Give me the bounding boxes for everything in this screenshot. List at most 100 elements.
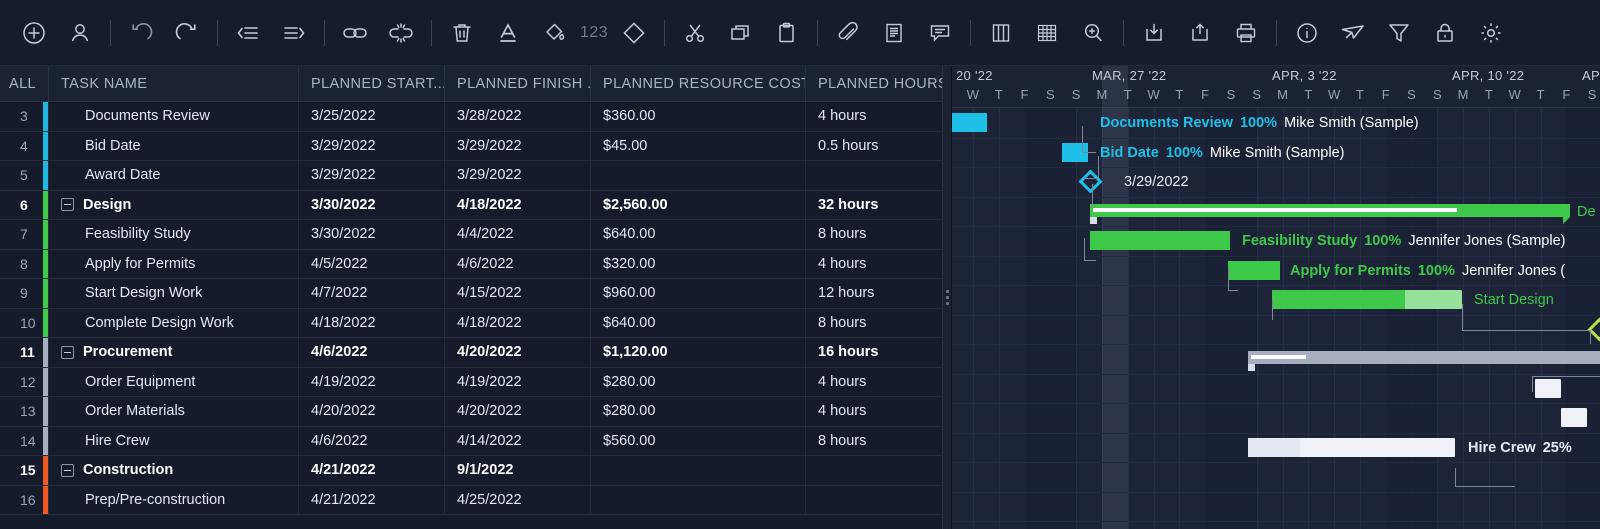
link-icon[interactable]: [335, 13, 375, 53]
planned-finish-cell[interactable]: 4/6/2022: [445, 250, 591, 279]
row-number-cell[interactable]: 12: [0, 368, 49, 397]
planned-finish-cell[interactable]: 3/28/2022: [445, 102, 591, 131]
table-row[interactable]: 9Start Design Work4/7/20224/15/2022$960.…: [0, 279, 942, 309]
planned-hours-cell[interactable]: 12 hours: [806, 279, 942, 308]
copy-icon[interactable]: [721, 13, 761, 53]
task-name-cell[interactable]: Bid Date: [49, 132, 299, 161]
planned-hours-cell[interactable]: 8 hours: [806, 309, 942, 338]
paste-icon[interactable]: [767, 13, 807, 53]
column-header-planned-start[interactable]: PLANNED START...: [299, 66, 445, 101]
task-name-cell[interactable]: Prep/Pre-construction: [49, 486, 299, 515]
hire-crew-bar[interactable]: [1248, 438, 1455, 457]
notes-icon[interactable]: [874, 13, 914, 53]
info-icon[interactable]: [1287, 13, 1327, 53]
row-number-cell[interactable]: 15: [0, 456, 49, 485]
planned-finish-cell[interactable]: 4/4/2022: [445, 220, 591, 249]
planned-start-cell[interactable]: 3/29/2022: [299, 161, 445, 190]
planned-start-cell[interactable]: 4/6/2022: [299, 427, 445, 456]
planned-hours-cell[interactable]: 16 hours: [806, 338, 942, 367]
unlink-icon[interactable]: [381, 13, 421, 53]
table-row[interactable]: 6Design3/30/20224/18/2022$2,560.0032 hou…: [0, 191, 942, 221]
task-name-cell[interactable]: Apply for Permits: [49, 250, 299, 279]
table-row[interactable]: 4Bid Date3/29/20223/29/2022$45.000.5 hou…: [0, 132, 942, 162]
column-header-task-name[interactable]: TASK NAME: [49, 66, 299, 101]
planned-resource-cost-cell[interactable]: $640.00: [591, 309, 806, 338]
row-number-cell[interactable]: 10: [0, 309, 49, 338]
font-color-icon[interactable]: [488, 13, 528, 53]
planned-finish-cell[interactable]: 3/29/2022: [445, 161, 591, 190]
planned-resource-cost-cell[interactable]: $360.00: [591, 102, 806, 131]
documents-review-bar[interactable]: [952, 113, 987, 132]
task-name-cell[interactable]: Procurement: [49, 338, 299, 367]
column-header-planned-resource-cost[interactable]: PLANNED RESOURCE COST: [591, 66, 806, 101]
task-name-cell[interactable]: Order Materials: [49, 397, 299, 426]
planned-start-cell[interactable]: 4/6/2022: [299, 338, 445, 367]
planned-start-cell[interactable]: 3/29/2022: [299, 132, 445, 161]
planned-hours-cell[interactable]: 4 hours: [806, 102, 942, 131]
planned-finish-cell[interactable]: 3/29/2022: [445, 132, 591, 161]
table-row[interactable]: 12Order Equipment4/19/20224/19/2022$280.…: [0, 368, 942, 398]
attachment-icon[interactable]: [828, 13, 868, 53]
planned-start-cell[interactable]: 4/20/2022: [299, 397, 445, 426]
number-format-icon[interactable]: 123: [580, 24, 608, 42]
redo-icon[interactable]: [167, 13, 207, 53]
planned-resource-cost-cell[interactable]: [591, 486, 806, 515]
table-row[interactable]: 13Order Materials4/20/20224/20/2022$280.…: [0, 397, 942, 427]
planned-finish-cell[interactable]: 4/15/2022: [445, 279, 591, 308]
row-number-cell[interactable]: 11: [0, 338, 49, 367]
planned-start-cell[interactable]: 4/18/2022: [299, 309, 445, 338]
column-header-planned-finish[interactable]: PLANNED FINISH ...: [445, 66, 591, 101]
planned-resource-cost-cell[interactable]: $560.00: [591, 427, 806, 456]
task-name-cell[interactable]: Feasibility Study: [49, 220, 299, 249]
feasibility-study-bar[interactable]: [1090, 231, 1230, 250]
planned-start-cell[interactable]: 4/21/2022: [299, 456, 445, 485]
task-name-cell[interactable]: Design: [49, 191, 299, 220]
planned-resource-cost-cell[interactable]: $960.00: [591, 279, 806, 308]
row-number-cell[interactable]: 3: [0, 102, 49, 131]
planned-hours-cell[interactable]: 4 hours: [806, 250, 942, 279]
planned-finish-cell[interactable]: 4/18/2022: [445, 309, 591, 338]
filter-icon[interactable]: [1379, 13, 1419, 53]
row-number-cell[interactable]: 13: [0, 397, 49, 426]
zoom-icon[interactable]: [1073, 13, 1113, 53]
planned-finish-cell[interactable]: 4/14/2022: [445, 427, 591, 456]
planned-start-cell[interactable]: 4/19/2022: [299, 368, 445, 397]
indent-icon[interactable]: [274, 13, 314, 53]
table-row[interactable]: 14Hire Crew4/6/20224/14/2022$560.008 hou…: [0, 427, 942, 457]
table-row[interactable]: 16Prep/Pre-construction4/21/20224/25/202…: [0, 486, 942, 516]
planned-resource-cost-cell[interactable]: $640.00: [591, 220, 806, 249]
column-header-all[interactable]: ALL: [0, 66, 49, 101]
table-row[interactable]: 5Award Date3/29/20223/29/2022: [0, 161, 942, 191]
planned-resource-cost-cell[interactable]: [591, 456, 806, 485]
design-summary-bar[interactable]: [1090, 204, 1570, 217]
comment-icon[interactable]: [920, 13, 960, 53]
planned-hours-cell[interactable]: [806, 161, 942, 190]
planned-start-cell[interactable]: 3/25/2022: [299, 102, 445, 131]
collapse-toggle-icon[interactable]: [61, 464, 74, 477]
task-name-cell[interactable]: Start Design Work: [49, 279, 299, 308]
row-number-cell[interactable]: 9: [0, 279, 49, 308]
planned-resource-cost-cell[interactable]: [591, 161, 806, 190]
fill-color-icon[interactable]: [534, 13, 574, 53]
add-row-icon[interactable]: [14, 13, 54, 53]
table-row[interactable]: 3Documents Review3/25/20223/28/2022$360.…: [0, 102, 942, 132]
column-header-planned-hours[interactable]: PLANNED HOURS: [806, 66, 942, 101]
assign-person-icon[interactable]: [60, 13, 100, 53]
import-icon[interactable]: [1134, 13, 1174, 53]
planned-hours-cell[interactable]: 32 hours: [806, 191, 942, 220]
row-number-cell[interactable]: 7: [0, 220, 49, 249]
task-name-cell[interactable]: Order Equipment: [49, 368, 299, 397]
apply-for-permits-bar[interactable]: [1228, 261, 1280, 280]
planned-start-cell[interactable]: 3/30/2022: [299, 191, 445, 220]
row-number-cell[interactable]: 14: [0, 427, 49, 456]
row-number-cell[interactable]: 4: [0, 132, 49, 161]
milestone-icon[interactable]: [614, 13, 654, 53]
lock-icon[interactable]: [1425, 13, 1465, 53]
table-row[interactable]: 10Complete Design Work4/18/20224/18/2022…: [0, 309, 942, 339]
planned-start-cell[interactable]: 4/5/2022: [299, 250, 445, 279]
planned-finish-cell[interactable]: 4/19/2022: [445, 368, 591, 397]
row-number-cell[interactable]: 8: [0, 250, 49, 279]
order-equipment-bar[interactable]: [1535, 379, 1561, 398]
table-row[interactable]: 15Construction4/21/20229/1/2022: [0, 456, 942, 486]
planned-resource-cost-cell[interactable]: $280.00: [591, 397, 806, 426]
